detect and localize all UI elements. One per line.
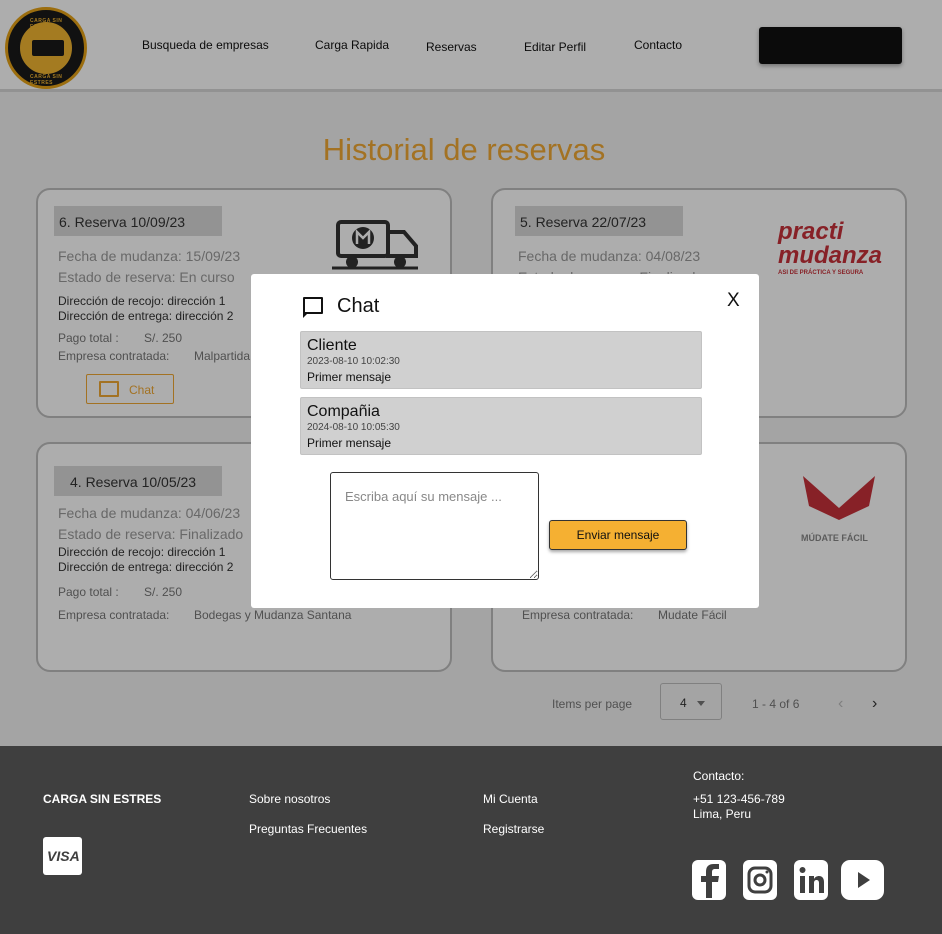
message-text: Primer mensaje [307, 370, 392, 384]
message-author: Cliente [307, 337, 357, 354]
contact-city: Lima, Peru [693, 807, 752, 821]
footer-link-sobre-nosotros[interactable]: Sobre nosotros [249, 792, 330, 806]
chat-message: Compañia 2024-08-10 10:05:30 Primer mens… [300, 397, 702, 455]
visa-label: VISA [47, 848, 80, 864]
chat-title: Chat [337, 295, 380, 317]
chat-message: Cliente 2023-08-10 10:02:30 Primer mensa… [300, 331, 702, 389]
footer-link-mi-cuenta[interactable]: Mi Cuenta [483, 792, 538, 806]
chat-icon [303, 297, 323, 318]
instagram-icon[interactable] [743, 860, 777, 900]
contact-phone: +51 123-456-789 [693, 792, 785, 806]
footer: CARGA SIN ESTRES VISA Sobre nosotros Pre… [0, 746, 942, 934]
visa-icon: VISA [43, 837, 82, 875]
footer-link-registrarse[interactable]: Registrarse [483, 822, 544, 836]
youtube-icon[interactable] [841, 860, 884, 900]
footer-brand: CARGA SIN ESTRES [43, 792, 162, 806]
chat-dialog: Chat X Cliente 2023-08-10 10:02:30 Prime… [251, 274, 759, 608]
message-text: Primer mensaje [307, 436, 392, 450]
footer-link-preguntas[interactable]: Preguntas Frecuentes [249, 822, 367, 836]
message-input[interactable] [330, 472, 539, 580]
message-time: 2024-08-10 10:05:30 [307, 422, 400, 433]
close-button[interactable]: X [727, 290, 740, 312]
send-message-button[interactable]: Enviar mensaje [549, 520, 687, 550]
message-author: Compañia [307, 403, 380, 420]
message-time: 2023-08-10 10:02:30 [307, 356, 400, 367]
facebook-icon[interactable] [692, 860, 726, 900]
linkedin-icon[interactable] [794, 860, 828, 900]
contact-label: Contacto: [693, 769, 745, 783]
